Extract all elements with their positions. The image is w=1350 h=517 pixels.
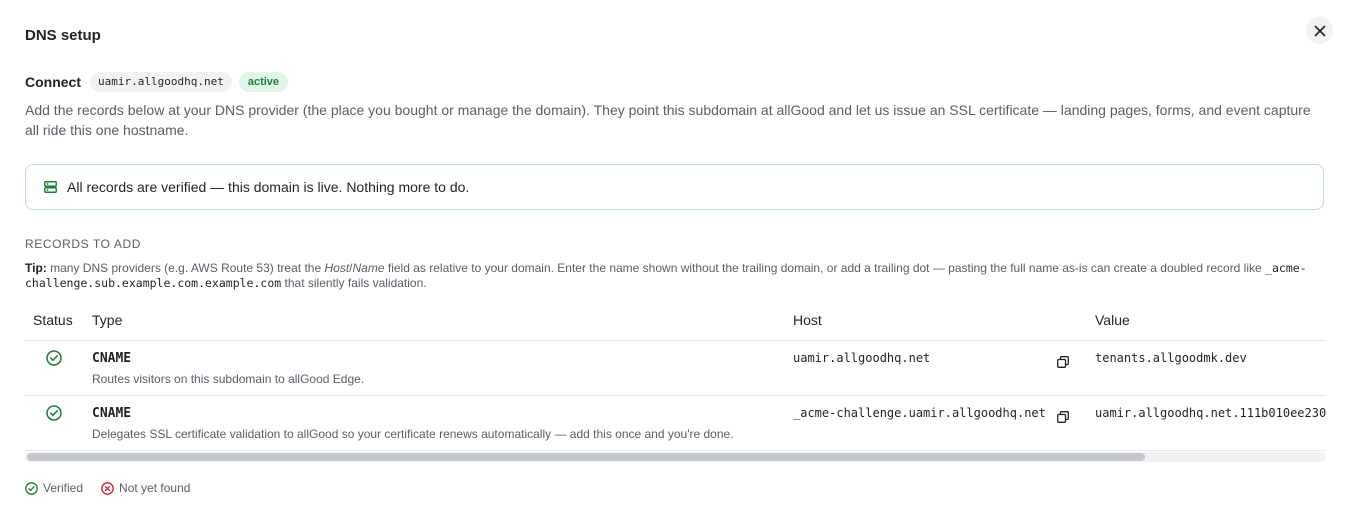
record-description: Delegates SSL certificate validation to … bbox=[92, 427, 734, 441]
tip-text-3: that silently fails validation. bbox=[284, 276, 427, 290]
status-badge: active bbox=[238, 72, 289, 92]
header-value: Value bbox=[1095, 312, 1130, 328]
connect-row: Connect uamir.allgoodhq.net active bbox=[25, 72, 289, 92]
header-type: Type bbox=[92, 312, 123, 328]
connect-label: Connect bbox=[25, 74, 81, 90]
setup-description: Add the records below at your DNS provid… bbox=[25, 102, 1311, 138]
domain-pill: uamir.allgoodhq.net bbox=[90, 72, 232, 92]
record-type: CNAME bbox=[92, 406, 132, 421]
table-row: CNAME Delegates SSL certificate validati… bbox=[25, 396, 1326, 451]
section-title: RECORDS TO ADD bbox=[25, 237, 141, 251]
close-icon bbox=[1314, 25, 1325, 36]
tip-text-2: field as relative to your domain. Enter … bbox=[387, 261, 1262, 275]
banner-message: All records are verified — this domain i… bbox=[67, 179, 470, 195]
tip-text: Tip: many DNS providers (e.g. AWS Route … bbox=[25, 261, 1325, 291]
copy-icon[interactable] bbox=[1057, 356, 1069, 368]
tip-text-1: many DNS providers (e.g. AWS Route 53) t… bbox=[50, 261, 322, 275]
table-row: CNAME Routes visitors on this subdomain … bbox=[25, 341, 1326, 396]
record-type: CNAME bbox=[92, 351, 132, 366]
table-header: Status Type Host Value bbox=[25, 308, 1326, 341]
record-host[interactable]: _acme-challenge.uamir.allgoodhq.net bbox=[793, 406, 1046, 420]
record-value[interactable]: tenants.allgoodmk.dev bbox=[1095, 351, 1247, 365]
header-host: Host bbox=[793, 312, 822, 328]
check-circle-icon bbox=[46, 350, 62, 366]
verified-banner: All records are verified — this domain i… bbox=[25, 164, 1324, 210]
close-button[interactable] bbox=[1306, 17, 1333, 44]
server-icon bbox=[44, 181, 57, 193]
x-circle-icon bbox=[101, 481, 114, 495]
tip-host-word: Host bbox=[324, 261, 350, 275]
record-value[interactable]: uamir.allgoodhq.net.111b010ee230 bbox=[1095, 406, 1326, 420]
status-legend: Verified Not yet found bbox=[25, 481, 208, 495]
copy-icon[interactable] bbox=[1057, 411, 1069, 423]
legend-verified: Verified bbox=[25, 481, 83, 495]
record-description: Routes visitors on this subdomain to all… bbox=[92, 372, 365, 386]
tip-name-word: Name bbox=[352, 261, 385, 275]
tip-label: Tip: bbox=[25, 261, 47, 275]
dialog-title: DNS setup bbox=[25, 27, 101, 44]
check-circle-icon bbox=[46, 405, 62, 421]
legend-verified-label: Verified bbox=[43, 481, 84, 495]
check-circle-icon bbox=[25, 481, 38, 495]
scrollbar-thumb[interactable] bbox=[27, 453, 1145, 461]
legend-not-found-label: Not yet found bbox=[119, 481, 191, 495]
horizontal-scrollbar[interactable] bbox=[25, 452, 1326, 462]
record-host[interactable]: uamir.allgoodhq.net bbox=[793, 351, 930, 365]
legend-not-found: Not yet found bbox=[101, 481, 190, 495]
records-table: Status Type Host Value CNAME Routes visi… bbox=[25, 308, 1326, 465]
header-status: Status bbox=[33, 312, 73, 328]
